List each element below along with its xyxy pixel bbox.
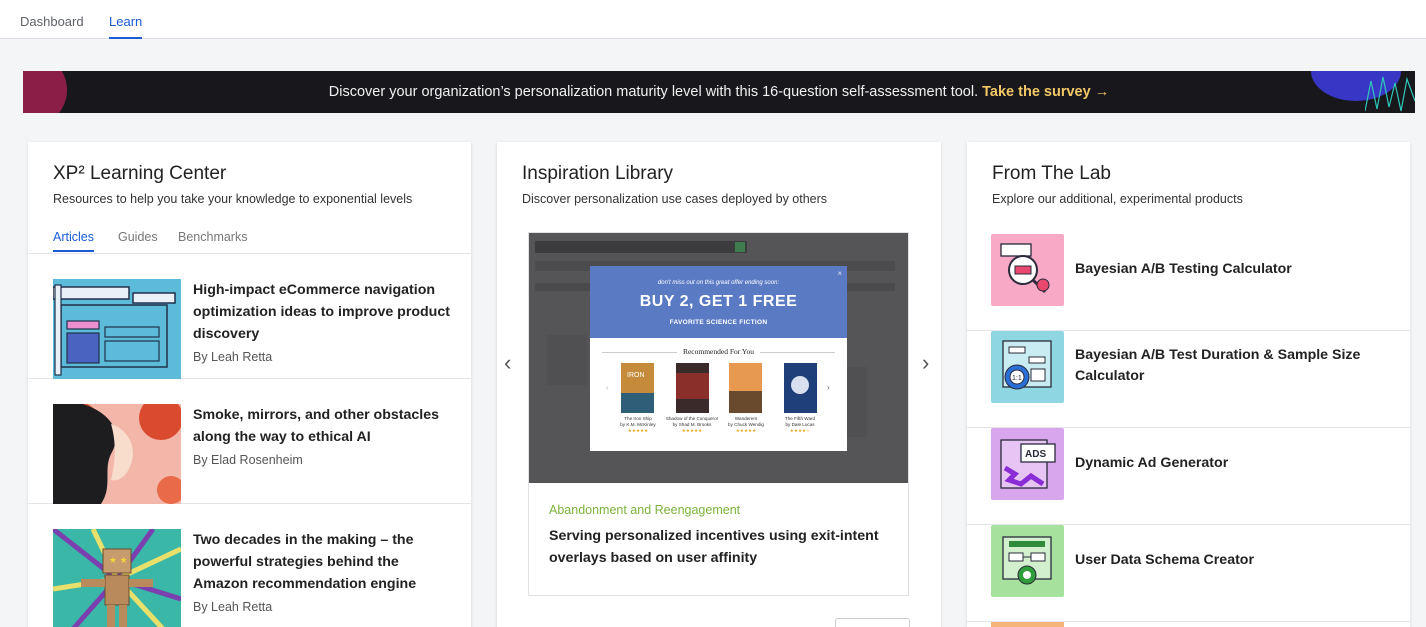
previous-case-chevron-icon[interactable]: ‹ <box>504 350 511 376</box>
learning-center-title: XP² Learning Center <box>53 163 227 184</box>
lab-product-item[interactable]: 1:1 Bayesian A/B Test Duration & Sample … <box>967 331 1410 428</box>
inspiration-library-title: Inspiration Library <box>522 163 674 184</box>
popup-header: don't miss out on this great offer endin… <box>590 266 847 338</box>
article-title[interactable]: High-impact eCommerce navigation optimiz… <box>193 279 453 345</box>
popup-subhead: FAVORITE SCIENCE FICTION <box>669 319 768 326</box>
schema-gear-icon <box>991 525 1064 597</box>
inspiration-library-subtitle: Discover personalization use cases deplo… <box>522 192 828 206</box>
popup-headline: BUY 2, GET 1 FREE <box>639 293 798 310</box>
svg-text:IRON: IRON <box>627 372 645 379</box>
svg-text:★ ★: ★ ★ <box>109 555 128 565</box>
book-cover: IRON <box>621 363 654 413</box>
popup-close-icon: × <box>837 269 842 278</box>
lab-product-item[interactable]: Bayesian A/B Testing Calculator <box>967 234 1410 331</box>
article-author: By Leah Retta <box>193 600 273 614</box>
book-rating: ★★★★★ <box>681 428 703 433</box>
banner-message: Discover your organization’s personaliza… <box>23 84 1415 100</box>
calculator-gear-icon: 1:1 <box>991 331 1064 403</box>
article-thumbnail-robot: ★ ★ <box>53 529 181 627</box>
article-item[interactable]: ★ ★ Two decades in the making – the powe… <box>28 504 471 627</box>
banner-text: Discover your organization’s personaliza… <box>328 84 979 100</box>
top-navigation: Dashboard Learn <box>0 0 1426 39</box>
use-case-category: Abandonment and Reengagement <box>549 503 741 517</box>
article-title[interactable]: Two decades in the making – the powerful… <box>193 529 453 595</box>
book-rating: ★★★★★ <box>735 428 757 433</box>
site-search-button <box>735 242 745 252</box>
view-more-button[interactable] <box>835 618 910 627</box>
tab-benchmarks[interactable]: Benchmarks <box>178 230 247 250</box>
ads-window-icon: ADS <box>991 428 1064 500</box>
inspiration-library-card: Inspiration Library Discover personaliza… <box>497 142 941 627</box>
tab-guides[interactable]: Guides <box>118 230 158 250</box>
site-search-bar <box>535 241 747 253</box>
take-survey-link[interactable]: Take the survey → <box>982 84 1109 100</box>
book-caption: The Iron Ship by K.M. McKinley ★★★★★ <box>608 416 668 434</box>
exit-intent-popup: don't miss out on this great offer endin… <box>590 266 847 451</box>
lab-product-item[interactable]: ADS Dynamic Ad Generator <box>967 428 1410 525</box>
from-the-lab-subtitle: Explore our additional, experimental pro… <box>992 192 1243 206</box>
learning-center-card: XP² Learning Center Resources to help yo… <box>28 142 471 627</box>
article-thumbnail-navigation <box>53 279 181 379</box>
tab-articles[interactable]: Articles <box>53 230 94 252</box>
book-cover <box>784 363 817 413</box>
next-case-chevron-icon[interactable]: › <box>922 350 929 376</box>
article-item[interactable]: High-impact eCommerce navigation optimiz… <box>28 254 471 379</box>
lab-product-name[interactable]: Bayesian A/B Testing Calculator <box>1075 259 1395 280</box>
article-author: By Elad Rosenheim <box>193 453 303 467</box>
book-caption: Shadow of the Conqueror by Shad M. Brooks… <box>662 416 722 434</box>
book-caption: The Fifth Ward by Dale Lucas ★★★★☆ <box>770 416 830 434</box>
tab-learn[interactable]: Learn <box>109 14 143 39</box>
next-lab-product-icon-partial <box>991 622 1064 627</box>
article-item[interactable]: Smoke, mirrors, and other obstacles alon… <box>28 379 471 504</box>
article-thumbnail-ethical-ai <box>53 404 181 504</box>
book-rating: ★★★★☆ <box>789 428 811 433</box>
recommended-label: Recommended For You <box>676 347 761 356</box>
ads-badge: ADS <box>1025 449 1046 460</box>
svg-text:1:1: 1:1 <box>1012 375 1022 382</box>
book-cover <box>676 363 709 413</box>
popup-next-icon: › <box>827 383 830 392</box>
from-the-lab-card: From The Lab Explore our additional, exp… <box>967 142 1410 627</box>
lab-product-name[interactable]: Dynamic Ad Generator <box>1075 453 1395 474</box>
lab-product-name[interactable]: User Data Schema Creator <box>1075 550 1395 571</box>
book-rating: ★★★★★ <box>627 428 649 433</box>
article-title[interactable]: Smoke, mirrors, and other obstacles alon… <box>193 404 453 448</box>
book-cover <box>729 363 762 413</box>
article-author: By Leah Retta <box>193 350 273 364</box>
recommended-heading: Recommended For You <box>590 347 847 356</box>
lab-product-name[interactable]: Bayesian A/B Test Duration & Sample Size… <box>1075 345 1395 387</box>
popup-prev-icon: ‹ <box>606 383 609 392</box>
from-the-lab-title: From The Lab <box>992 163 1111 184</box>
magnifier-gear-icon <box>991 234 1064 306</box>
use-case-screenshot: don't miss out on this great offer endin… <box>529 233 908 483</box>
site-sidebar <box>547 335 587 385</box>
use-case-title[interactable]: Serving personalized incentives using ex… <box>549 525 889 569</box>
lab-product-item[interactable]: User Data Schema Creator <box>967 525 1410 622</box>
popup-tagline: don't miss out on this great offer endin… <box>657 280 780 286</box>
survey-banner: Discover your organization’s personaliza… <box>23 71 1415 113</box>
book-caption: Wanderers by Chuck Wendig ★★★★★ <box>716 416 776 434</box>
use-case-card[interactable]: don't miss out on this great offer endin… <box>528 232 909 596</box>
tab-dashboard[interactable]: Dashboard <box>20 14 84 37</box>
learning-center-subtitle: Resources to help you take your knowledg… <box>53 192 413 206</box>
